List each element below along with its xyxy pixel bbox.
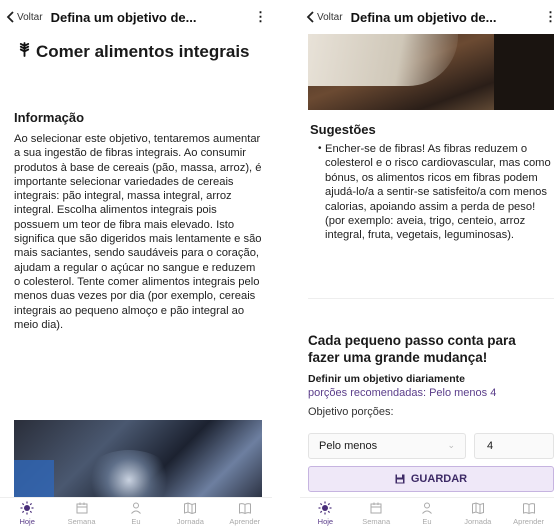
nav-label: Eu <box>422 517 432 526</box>
page-title: Defina um objetivo de... <box>50 9 197 25</box>
nav-label: Aprender <box>513 517 544 526</box>
nav-label: Semana <box>362 517 391 526</box>
bullet-icon: • <box>318 143 322 154</box>
calendar-icon <box>370 502 382 514</box>
nav-item-jornada[interactable]: Jornada <box>165 498 215 526</box>
motivation-text: Cada pequeno passo conta para fazer uma … <box>308 333 516 365</box>
daily-goal-label: Definir um objetivo diariamente <box>308 373 465 385</box>
nav-item-hoje[interactable]: Hoje <box>300 498 350 526</box>
bottom-navigation: Hoje Semana Eu Jornada Aprender <box>300 497 554 529</box>
page-title: Defina um objetivo de... <box>350 9 497 25</box>
save-button[interactable]: GUARDAR <box>308 466 554 492</box>
nav-item-semana[interactable]: Semana <box>351 498 401 526</box>
recommended-portions: porções recomendadas: Pelo menos 4 <box>308 387 497 399</box>
nav-label: Jornada <box>464 517 492 526</box>
save-label: GUARDAR <box>410 473 468 485</box>
divider <box>308 298 554 299</box>
select-value: Pelo menos <box>319 440 378 452</box>
nav-item-jornada[interactable]: Jornada <box>453 498 503 526</box>
nav-label: Jornada <box>176 517 204 526</box>
sun-icon <box>318 501 332 515</box>
back-label: Voltar <box>17 11 43 23</box>
more-menu-icon[interactable]: ⋮ <box>254 9 267 25</box>
nav-label: Aprender <box>229 517 261 526</box>
goal-title: Comer alimentos integrais <box>18 42 258 62</box>
nav-item-aprender[interactable]: Aprender <box>504 498 554 526</box>
map-icon <box>471 502 484 515</box>
book-icon <box>238 503 251 515</box>
nav-item-semana[interactable]: Semana <box>57 498 107 526</box>
person-icon <box>422 502 432 514</box>
bottom-navigation: Hoje Semana Eu Jornada Aprender <box>0 497 272 529</box>
top-bar: Voltar Defina um objetivo de... ⋮ <box>300 0 554 34</box>
back-button[interactable]: Voltar <box>6 11 43 23</box>
calendar-icon <box>76 502 88 514</box>
floppy-disk-icon <box>395 474 405 484</box>
chevron-left-icon <box>306 11 314 23</box>
more-menu-icon[interactable]: ⋮ <box>544 9 554 25</box>
sun-icon <box>20 501 34 515</box>
back-label: Voltar <box>317 11 343 23</box>
food-photo <box>308 34 554 110</box>
nav-label: Hoje <box>317 517 334 526</box>
screen-information: Voltar Defina um objetivo de... ⋮ Comer … <box>0 0 272 529</box>
goal-portions-label: Objetivo porções: <box>308 406 394 418</box>
nav-label: Semana <box>67 517 96 526</box>
info-text: Ao selecionar este objetivo, tentaremos … <box>14 133 262 331</box>
nav-item-eu[interactable]: Eu <box>402 498 452 526</box>
top-bar: Voltar Defina um objetivo de... ⋮ <box>0 0 272 34</box>
suggestion-item: • Encher-se de fibras! As fibras reduzem… <box>318 124 552 243</box>
chevron-left-icon <box>6 11 14 23</box>
comparison-select[interactable]: Pelo menos ⌄ <box>308 433 466 459</box>
portions-input[interactable]: 4 <box>474 433 554 459</box>
book-icon <box>522 503 535 515</box>
info-heading: Informação <box>14 110 85 125</box>
wheat-icon <box>18 42 32 62</box>
food-photo <box>14 420 262 500</box>
portions-value: 4 <box>487 440 494 452</box>
screen-suggestions: Voltar Defina um objetivo de... ⋮ Sugest… <box>300 0 554 529</box>
nav-label: Eu <box>131 517 141 526</box>
person-icon <box>131 502 141 514</box>
nav-item-eu[interactable]: Eu <box>111 498 161 526</box>
back-button[interactable]: Voltar <box>306 11 343 23</box>
map-icon <box>184 502 197 515</box>
suggestion-text: Encher-se de fibras! As fibras reduzem o… <box>325 143 551 242</box>
nav-item-aprender[interactable]: Aprender <box>220 498 270 526</box>
goal-title-text: Comer alimentos integrais <box>36 42 250 61</box>
nav-label: Hoje <box>19 517 35 526</box>
chevron-down-icon: ⌄ <box>447 440 455 450</box>
nav-item-hoje[interactable]: Hoje <box>2 498 52 526</box>
